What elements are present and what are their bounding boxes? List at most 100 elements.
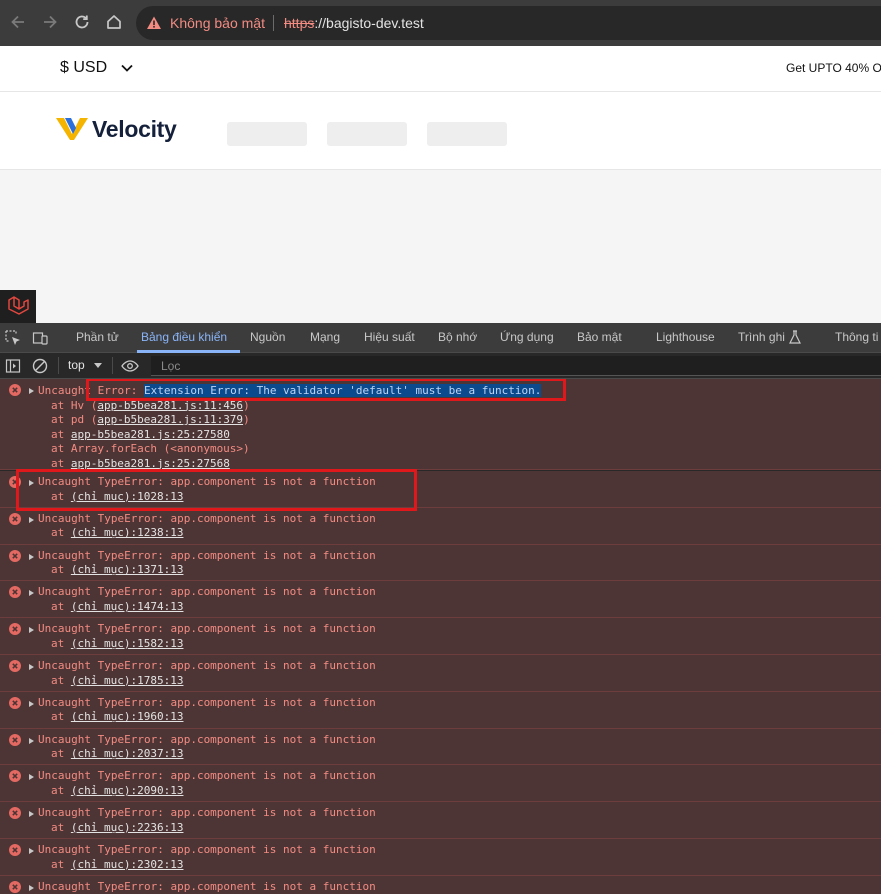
tab-performance[interactable]: Hiệu suất xyxy=(364,330,415,344)
tab-application[interactable]: Ứng dụng xyxy=(500,330,554,344)
console-error-message[interactable]: Uncaught TypeError: app.component is not… xyxy=(0,691,881,729)
laravel-debug-badge[interactable] xyxy=(0,290,36,323)
stack-frame-text: at pd ( xyxy=(51,413,98,426)
stack-frame-text: at xyxy=(51,563,65,577)
forward-arrow-icon xyxy=(44,15,57,29)
forward-button[interactable] xyxy=(39,11,61,33)
source-link[interactable]: app-b5bea281.js:25:27568 xyxy=(71,457,230,470)
stack-frame-text: at xyxy=(51,747,65,761)
console-error-message[interactable]: Uncaught TypeError: app.component is not… xyxy=(0,618,881,655)
stack-frame-text: at xyxy=(51,599,65,613)
stack-trace-line: at pd (app-b5bea281.js:11:379) xyxy=(51,413,250,428)
source-link[interactable]: app-b5bea281.js:11:379 xyxy=(97,413,243,426)
chevron-down-icon[interactable] xyxy=(120,61,134,75)
stack-trace-line: at (chỉ mục):1474:13 xyxy=(51,600,183,615)
expand-caret-icon[interactable] xyxy=(29,737,34,744)
url-text[interactable]: https://bagisto-dev.test xyxy=(284,15,424,31)
home-button[interactable] xyxy=(103,11,125,33)
console-error-message[interactable]: Uncaught TypeError: app.component is not… xyxy=(0,655,881,692)
tab-recorder[interactable]: Trình ghi xyxy=(738,330,785,344)
toolbar-divider xyxy=(58,357,59,374)
eye-icon[interactable] xyxy=(121,358,139,374)
error-circle-icon xyxy=(9,844,21,856)
tab-lighthouse[interactable]: Lighthouse xyxy=(656,330,715,344)
source-link[interactable]: (chỉ mục):2302:13 xyxy=(71,858,184,871)
source-link[interactable]: (chỉ mục):1474:13 xyxy=(71,600,184,613)
stack-trace-line: at (chỉ mục):1371:13 xyxy=(51,563,183,578)
console-error-message[interactable]: Uncaught TypeError: app.component is not… xyxy=(0,765,881,803)
source-link[interactable]: (chỉ mục):1371:13 xyxy=(71,563,184,576)
reload-button[interactable] xyxy=(71,11,93,33)
expand-caret-icon[interactable] xyxy=(29,848,34,854)
source-link[interactable]: (chỉ mục):1582:13 xyxy=(71,637,184,650)
stack-trace-line: at (chỉ mục):1960:13 xyxy=(51,710,183,725)
source-link[interactable]: app-b5bea281.js:25:27580 xyxy=(71,428,230,441)
error-circle-icon xyxy=(9,549,21,562)
tab-console[interactable]: Bảng điều khiển xyxy=(141,330,227,344)
stack-trace-line: at (chỉ mục):1785:13 xyxy=(51,674,183,689)
currency-selector[interactable]: $ USD xyxy=(60,59,107,77)
console-error-message[interactable]: Uncaught TypeError: app.component is not… xyxy=(0,728,881,766)
address-bar[interactable]: Không bảo mật https://bagisto-dev.test xyxy=(136,6,881,40)
console-error-message[interactable]: Uncaught TypeError: app.component is not… xyxy=(0,839,881,876)
not-secure-label[interactable]: Không bảo mật xyxy=(170,15,265,31)
error-circle-icon xyxy=(9,733,21,746)
expand-caret-icon[interactable] xyxy=(29,388,34,394)
reload-icon xyxy=(75,15,89,29)
expand-caret-icon[interactable] xyxy=(29,774,34,781)
console-messages: Uncaught Error: Extension Error: The val… xyxy=(0,379,881,894)
expand-caret-icon[interactable] xyxy=(29,700,34,707)
expand-caret-icon[interactable] xyxy=(29,590,34,597)
stack-frame-text: ) xyxy=(243,413,250,426)
tab-more-info[interactable]: Thông ti xyxy=(835,330,878,344)
expand-caret-icon[interactable] xyxy=(29,553,34,560)
console-error-message[interactable]: Uncaught TypeError: app.component is not… xyxy=(0,544,881,582)
expand-caret-icon[interactable] xyxy=(29,516,34,523)
stack-frame-text: at xyxy=(51,456,71,470)
device-toolbar-icon[interactable] xyxy=(32,330,48,346)
console-error-message[interactable]: Uncaught TypeError: app.component is not… xyxy=(0,802,881,839)
expand-caret-icon[interactable] xyxy=(29,884,34,891)
console-filter-input[interactable] xyxy=(151,356,881,375)
stack-frame-text: at xyxy=(51,820,65,834)
error-circle-icon xyxy=(9,660,21,672)
highlight-box xyxy=(86,379,566,401)
warning-triangle-icon xyxy=(147,16,161,29)
expand-caret-icon[interactable] xyxy=(29,664,34,670)
back-button[interactable] xyxy=(7,11,29,33)
stack-frame-text: at xyxy=(51,710,65,724)
console-error-message[interactable]: Uncaught TypeError: app.component is not… xyxy=(0,507,881,545)
source-link[interactable]: (chỉ mục):2037:13 xyxy=(71,747,184,760)
error-text: Uncaught TypeError: app.component is not… xyxy=(38,585,376,599)
flask-icon xyxy=(789,330,801,344)
sidebar-toggle-icon[interactable] xyxy=(5,358,21,374)
error-text: Uncaught TypeError: app.component is not… xyxy=(38,843,376,856)
tab-sources[interactable]: Nguồn xyxy=(250,330,285,344)
tab-memory[interactable]: Bộ nhớ xyxy=(438,330,477,344)
tab-network[interactable]: Mạng xyxy=(310,330,340,344)
stack-frame-text: at xyxy=(51,783,65,797)
error-text: Uncaught TypeError: app.component is not… xyxy=(38,732,376,746)
context-selector[interactable]: top xyxy=(68,358,85,372)
stack-frame-text: at xyxy=(51,636,65,650)
store-topbar: $ USD Get UPTO 40% O xyxy=(0,46,881,92)
url-scheme: https xyxy=(284,15,315,31)
tab-security[interactable]: Bảo mật xyxy=(577,330,622,344)
caret-down-icon[interactable] xyxy=(94,363,102,368)
source-link[interactable]: (chỉ mục):2090:13 xyxy=(71,784,184,797)
stack-frame-text: at xyxy=(51,427,71,441)
expand-caret-icon[interactable] xyxy=(29,811,34,818)
store-logo[interactable]: Velocity xyxy=(92,116,177,143)
source-link[interactable]: (chỉ mục):1785:13 xyxy=(71,674,184,687)
source-link[interactable]: (chỉ mục):1238:13 xyxy=(71,526,184,539)
source-link[interactable]: (chỉ mục):1960:13 xyxy=(71,710,184,723)
console-error-message[interactable]: Uncaught TypeError: app.component is not… xyxy=(0,875,881,894)
expand-caret-icon[interactable] xyxy=(29,627,34,634)
inspect-element-icon[interactable] xyxy=(5,330,21,346)
clear-console-icon[interactable] xyxy=(32,358,48,374)
tab-elements[interactable]: Phần tử xyxy=(76,330,119,344)
stack-frame-text: at xyxy=(51,857,65,871)
source-link[interactable]: (chỉ mục):2236:13 xyxy=(71,821,184,834)
velocity-logo-icon[interactable] xyxy=(56,116,88,140)
console-error-message[interactable]: Uncaught TypeError: app.component is not… xyxy=(0,581,881,619)
